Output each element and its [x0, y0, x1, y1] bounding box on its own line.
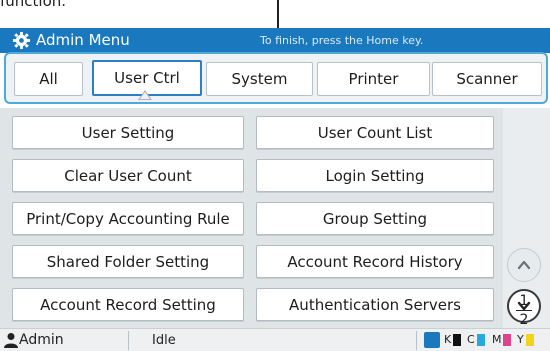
page-total: 2 — [519, 312, 529, 328]
chevron-up-icon — [517, 260, 531, 270]
title-bar: Admin Menu To finish, press the Home key… — [0, 28, 550, 53]
scroll-up-button[interactable] — [507, 248, 541, 282]
status-divider — [128, 331, 129, 350]
clear-user-count-button[interactable]: Clear User Count — [12, 159, 244, 192]
menu-content: User Setting Clear User Count Print/Copy… — [0, 108, 550, 328]
ink-m-level — [503, 334, 511, 346]
logged-in-user: Admin — [19, 332, 64, 348]
tab-all[interactable]: All — [14, 62, 83, 96]
status-bar: Admin Idle K C M Y — [0, 328, 550, 351]
category-tab-strip: All User Ctrl System Printer Scanner — [4, 52, 548, 104]
status-divider — [416, 331, 417, 350]
user-icon — [4, 333, 18, 348]
page-indicator-text: 1 2 — [507, 293, 541, 328]
print-copy-accounting-rule-button[interactable]: Print/Copy Accounting Rule — [12, 202, 244, 235]
authentication-servers-button[interactable]: Authentication Servers — [256, 288, 494, 321]
gear-icon — [12, 31, 31, 50]
window-title: Admin Menu — [36, 31, 130, 49]
ink-m-label: M — [492, 333, 502, 346]
user-count-list-button[interactable]: User Count List — [256, 116, 494, 149]
tab-scanner[interactable]: Scanner — [432, 62, 542, 96]
shared-folder-setting-button[interactable]: Shared Folder Setting — [12, 245, 244, 278]
active-tab-pointer — [138, 90, 152, 100]
caption-text: function. — [0, 0, 67, 10]
ink-c-level — [477, 334, 485, 346]
login-setting-button[interactable]: Login Setting — [256, 159, 494, 192]
account-record-history-button[interactable]: Account Record History — [256, 245, 494, 278]
home-key-hint: To finish, press the Home key. — [260, 34, 424, 47]
ink-icon — [424, 332, 440, 348]
tab-system[interactable]: System — [206, 62, 313, 96]
user-setting-button[interactable]: User Setting — [12, 116, 244, 149]
page-current: 1 — [519, 293, 529, 309]
ink-y-level — [526, 334, 534, 346]
ink-c-label: C — [467, 333, 475, 346]
ink-k-level — [453, 334, 461, 346]
ink-k-label: K — [444, 333, 452, 346]
machine-status: Idle — [152, 333, 176, 348]
page-fraction-rule — [516, 310, 532, 311]
ink-y-label: Y — [517, 333, 524, 346]
group-setting-button[interactable]: Group Setting — [256, 202, 494, 235]
account-record-setting-button[interactable]: Account Record Setting — [12, 288, 244, 321]
tab-printer[interactable]: Printer — [317, 62, 430, 96]
